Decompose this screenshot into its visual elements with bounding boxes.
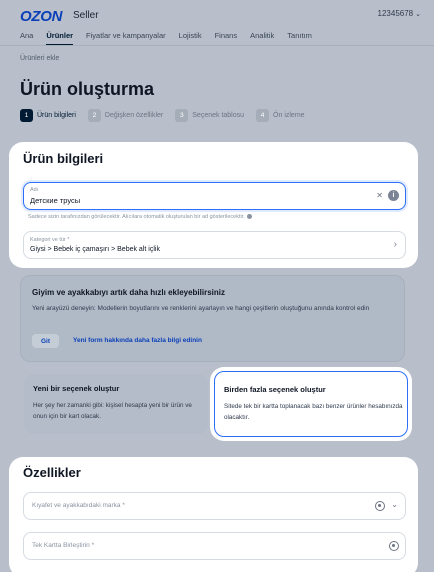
breadcrumb[interactable]: Ürünleri ekle	[20, 55, 59, 62]
tab-finans[interactable]: Finans	[215, 29, 238, 45]
category-field[interactable]: Kategori ve tür * Giysi > Bebek iç çamaş…	[23, 231, 406, 259]
properties-title: Özellikler	[23, 465, 81, 480]
step-label: Ön izleme	[273, 111, 305, 119]
step-label: Seçenek tablosu	[192, 111, 245, 119]
help-icon[interactable]	[389, 541, 399, 551]
ozon-logo[interactable]: OZON	[20, 8, 62, 25]
product-name-label: Adı	[30, 187, 39, 193]
category-label: Kategori ve tür *	[30, 237, 70, 243]
step-number: 3	[175, 108, 189, 122]
single-option-text: Her şey her zamanki gibi: kişisel hesapt…	[33, 402, 192, 420]
tab-fiyatlar[interactable]: Fiyatlar ve kampanyalar	[86, 29, 166, 45]
shoe-banner-title: Giyim ve ayakkabıyı artık daha hızlı ekl…	[32, 288, 225, 297]
shoe-banner-text: Yeni arayüzü deneyin: Modellerin boyutla…	[32, 305, 370, 312]
tab-analitik[interactable]: Analitik	[250, 29, 274, 45]
top-bar: OZON Seller 12345678 ⌄	[0, 0, 434, 26]
properties-card: Özellikler Kıyafet ve ayakkabıdaki marka…	[9, 457, 418, 572]
product-name-hint: Sadece sizin tarafınızdan görülecektir. …	[28, 214, 252, 220]
info-icon[interactable]: i	[388, 190, 399, 201]
nav-divider	[0, 45, 434, 46]
multi-option-text: Sitede tek bir kartta toplanacak bazı be…	[224, 403, 403, 421]
help-icon[interactable]	[375, 501, 385, 511]
step-1[interactable]: 1 Ürün bilgileri	[20, 108, 76, 122]
tab-ana[interactable]: Ana	[20, 29, 33, 45]
step-3[interactable]: 3 Seçenek tablosu	[175, 108, 245, 122]
hint-text: Sadece sizin tarafınızdan görülecektir. …	[28, 214, 245, 220]
chevron-right-icon: ›	[393, 239, 397, 250]
product-info-title: Ürün bilgileri	[23, 151, 104, 166]
shoe-banner: Giyim ve ayakkabıyı artık daha hızlı ekl…	[20, 275, 405, 362]
stepper: 1 Ürün bilgileri 2 Değişken özellikler 3…	[20, 108, 317, 122]
step-2[interactable]: 2 Değişken özellikler	[87, 108, 164, 122]
multi-option-title: Birden fazla seçenek oluştur	[224, 385, 326, 394]
go-button[interactable]: Git	[32, 334, 59, 348]
step-4[interactable]: 4 Ön izleme	[256, 108, 305, 122]
step-label: Ürün bilgileri	[37, 111, 76, 119]
step-number: 1	[20, 108, 33, 122]
step-number: 2	[87, 108, 101, 122]
chevron-down-icon[interactable]: ⌄	[391, 500, 398, 509]
single-option-title: Yeni bir seçenek oluştur	[33, 384, 120, 393]
info-icon[interactable]	[246, 214, 252, 220]
account-menu[interactable]: 12345678 ⌄	[378, 9, 421, 18]
category-value: Giysi > Bebek iç çamaşırı > Bebek alt iç…	[30, 246, 160, 253]
merge-card-field[interactable]: Tek Kartta Birleştirin *	[23, 532, 406, 560]
page-title: Ürün oluşturma	[20, 79, 155, 99]
product-name-value[interactable]: Детские трусы	[30, 196, 80, 205]
tab-lojistik[interactable]: Lojistik	[179, 29, 202, 45]
learn-more-link[interactable]: Yeni form hakkında daha fazla bilgi edin…	[73, 337, 202, 344]
product-info-card: Ürün bilgileri Adı Детские трусы ✕ i Sad…	[9, 142, 418, 268]
main-nav: Ana Ürünler Fiyatlar ve kampanyalar Loji…	[20, 29, 325, 45]
product-name-field[interactable]: Adı Детские трусы ✕ i	[23, 182, 406, 210]
chevron-down-icon: ⌄	[415, 11, 421, 18]
brand-field[interactable]: Kıyafet ve ayakkabıdaki marka * ⌄	[23, 492, 406, 520]
create-single-option[interactable]: Yeni bir seçenek oluştur Her şey her zam…	[24, 374, 208, 434]
seller-label: Seller	[73, 10, 99, 21]
clear-icon[interactable]: ✕	[376, 191, 383, 200]
step-number: 4	[256, 108, 270, 122]
tab-urunler[interactable]: Ürünler	[46, 29, 74, 45]
tab-tanitim[interactable]: Tanıtım	[287, 29, 312, 45]
step-label: Değişken özellikler	[104, 111, 164, 119]
create-multiple-options[interactable]: Birden fazla seçenek oluştur Sitede tek …	[214, 371, 408, 437]
account-id: 12345678	[377, 9, 414, 18]
merge-placeholder: Tek Kartta Birleştirin *	[32, 542, 95, 549]
brand-placeholder: Kıyafet ve ayakkabıdaki marka *	[32, 502, 125, 509]
